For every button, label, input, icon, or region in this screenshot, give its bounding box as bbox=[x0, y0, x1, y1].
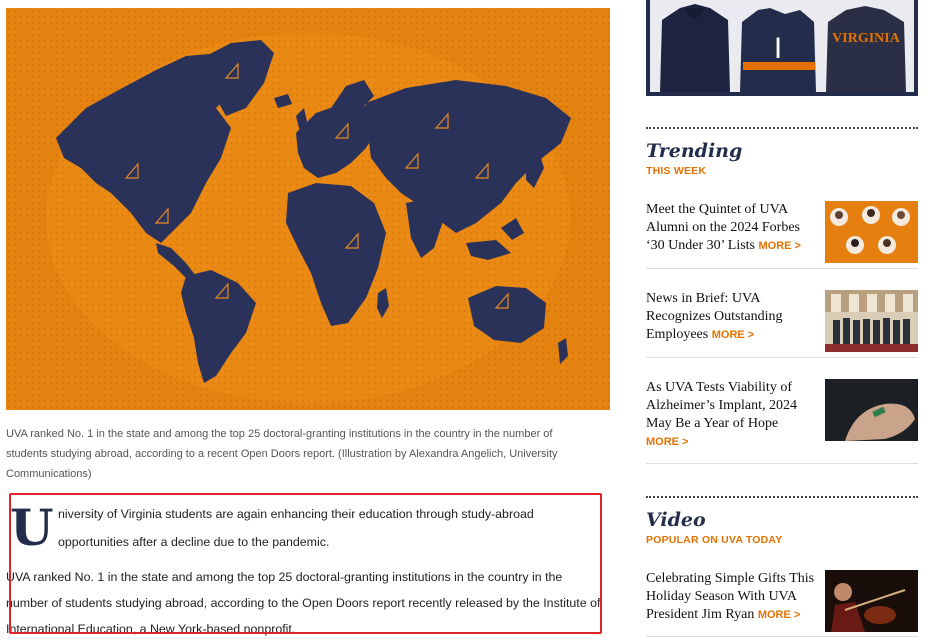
story-thumbnail[interactable] bbox=[825, 379, 918, 441]
trending-subtitle: THIS WEEK bbox=[646, 165, 707, 177]
more-link[interactable]: MORE > bbox=[646, 436, 688, 448]
video-title: Video bbox=[646, 509, 706, 531]
story-separator bbox=[646, 463, 918, 464]
story-separator bbox=[646, 636, 918, 637]
ad-image: I VIRGINIA bbox=[650, 0, 914, 92]
world-map-image bbox=[6, 8, 610, 410]
story-headline[interactable]: Meet the Quintet of UVA Alumni on the 20… bbox=[646, 201, 818, 255]
story-headline[interactable]: As UVA Tests Viability of Alzheimer’s Im… bbox=[646, 379, 818, 451]
more-link[interactable]: MORE > bbox=[759, 240, 801, 252]
story-headline[interactable]: News in Brief: UVA Recognizes Outstandin… bbox=[646, 290, 818, 344]
story-thumbnail[interactable] bbox=[825, 201, 918, 263]
merchandise-ad-banner[interactable]: I VIRGINIA bbox=[646, 0, 918, 96]
article-paragraph-1: niversity of Virginia students are again… bbox=[58, 507, 534, 549]
section-divider bbox=[646, 127, 918, 129]
section-divider bbox=[646, 496, 918, 498]
drop-cap: U bbox=[10, 498, 54, 557]
more-link[interactable]: MORE > bbox=[712, 329, 754, 341]
hero-illustration bbox=[6, 8, 610, 410]
trending-title: Trending bbox=[646, 140, 743, 162]
story-thumbnail[interactable] bbox=[825, 290, 918, 352]
image-caption: UVA ranked No. 1 in the state and among … bbox=[6, 428, 558, 480]
jersey-number: I bbox=[774, 32, 782, 65]
article-paragraph-2: UVA ranked No. 1 in the state and among … bbox=[6, 570, 601, 636]
story-separator bbox=[646, 268, 918, 269]
sweater-text: VIRGINIA bbox=[832, 31, 901, 46]
story-separator bbox=[646, 357, 918, 358]
more-link[interactable]: MORE > bbox=[758, 609, 800, 621]
story-headline[interactable]: Celebrating Simple Gifts This Holiday Se… bbox=[646, 570, 818, 624]
video-subtitle: POPULAR ON UVA TODAY bbox=[646, 534, 783, 546]
video-thumbnail[interactable] bbox=[825, 570, 918, 632]
